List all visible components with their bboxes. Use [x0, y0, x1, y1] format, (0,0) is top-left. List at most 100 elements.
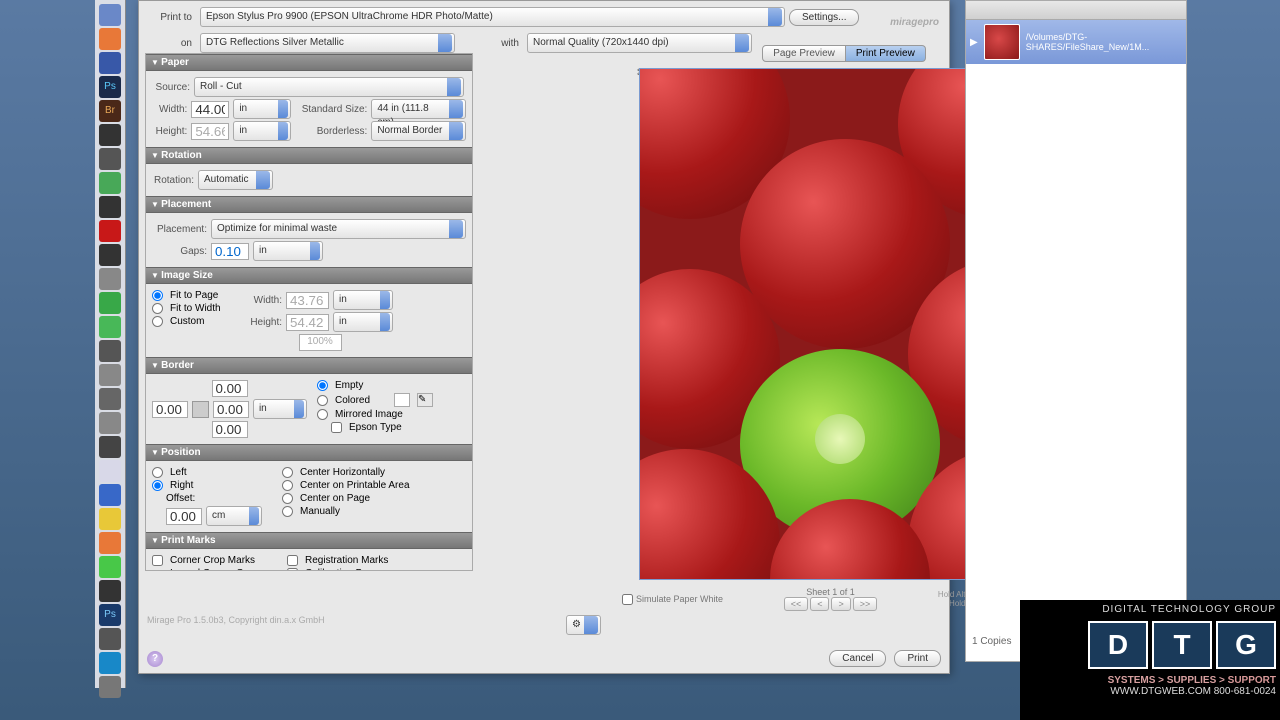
scale-display: 100%: [299, 334, 342, 351]
border-header[interactable]: Border: [146, 357, 472, 374]
corner-crop-checkbox[interactable]: [152, 555, 163, 566]
dock-photoshop2-icon[interactable]: Ps: [99, 604, 121, 626]
dock-app-icon[interactable]: [99, 460, 121, 482]
placement-header[interactable]: Placement: [146, 196, 472, 213]
dock-app-icon[interactable]: [99, 196, 121, 218]
media-dropdown[interactable]: DTG Reflections Silver Metallic: [200, 33, 455, 53]
dock-app-icon[interactable]: [99, 676, 121, 698]
border-right-input[interactable]: [213, 401, 249, 418]
file-queue-panel: ▶ /Volumes/DTG-SHARES/FileShare_New/1M..…: [965, 0, 1187, 662]
dock-finder-icon[interactable]: [99, 4, 121, 26]
print-marks-header[interactable]: Print Marks: [146, 532, 472, 549]
gear-dropdown[interactable]: ⚙: [566, 615, 601, 635]
dock-app-icon[interactable]: [99, 532, 121, 554]
fit-width-radio[interactable]: [152, 303, 163, 314]
rotation-dropdown[interactable]: Automatic: [198, 170, 273, 190]
paper-width-input[interactable]: [191, 101, 229, 118]
border-left-input[interactable]: [152, 401, 188, 418]
epson-type-checkbox[interactable]: [331, 422, 342, 433]
mirage-logo: miragepro: [890, 9, 939, 30]
file-queue-item[interactable]: ▶ /Volumes/DTG-SHARES/FileShare_New/1M..…: [966, 20, 1186, 64]
offset-input[interactable]: [166, 508, 202, 525]
dock-app-icon[interactable]: [99, 292, 121, 314]
dock-safari-icon[interactable]: [99, 52, 121, 74]
version-label: Mirage Pro 1.5.0b3, Copyright din.a.x Gm…: [147, 615, 325, 625]
dock-app-icon[interactable]: [99, 364, 121, 386]
dock-app-icon[interactable]: [99, 124, 121, 146]
border-colored-radio[interactable]: [317, 395, 328, 406]
paper-height-input: [191, 123, 229, 140]
copies-label: 1 Copies: [972, 636, 1011, 647]
settings-button[interactable]: Settings...: [789, 9, 859, 26]
print-button[interactable]: Print: [894, 650, 941, 667]
simulate-white-checkbox[interactable]: [622, 594, 633, 605]
nav-prev-button[interactable]: <: [810, 597, 829, 611]
fit-page-radio[interactable]: [152, 290, 163, 301]
dock-app-icon[interactable]: [99, 316, 121, 338]
dock-photoshop-icon[interactable]: Ps: [99, 76, 121, 98]
dock-app-icon[interactable]: [99, 436, 121, 458]
border-link-icon[interactable]: [192, 401, 209, 418]
center-page-radio[interactable]: [282, 493, 293, 504]
dock-app-icon[interactable]: [99, 268, 121, 290]
dock-app-icon[interactable]: [99, 148, 121, 170]
rotation-header[interactable]: Rotation: [146, 147, 472, 164]
gaps-input[interactable]: [211, 243, 249, 260]
nav-next-button[interactable]: >: [831, 597, 850, 611]
offset-unit-dropdown[interactable]: cm: [206, 506, 262, 526]
border-top-input[interactable]: [212, 380, 248, 397]
border-unit-dropdown[interactable]: in: [253, 399, 307, 419]
width-unit-dropdown[interactable]: in: [233, 99, 291, 119]
page-preview-tab[interactable]: Page Preview: [762, 45, 846, 62]
std-size-dropdown[interactable]: 44 in (111.8 cm): [371, 99, 466, 119]
help-icon[interactable]: ?: [147, 651, 163, 667]
nav-last-button[interactable]: >>: [853, 597, 878, 611]
custom-radio[interactable]: [152, 316, 163, 327]
dock-app-icon[interactable]: [99, 412, 121, 434]
manually-radio[interactable]: [282, 506, 293, 517]
border-empty-radio[interactable]: [317, 380, 328, 391]
borderless-dropdown[interactable]: Normal Border: [371, 121, 466, 141]
color-picker-icon[interactable]: ✎: [417, 393, 433, 407]
print-dialog: Print to Epson Stylus Pro 9900 (EPSON Ul…: [138, 0, 950, 674]
dock-app-icon[interactable]: [99, 556, 121, 578]
pos-left-radio[interactable]: [152, 467, 163, 478]
paper-header[interactable]: Paper: [146, 54, 472, 71]
dock-firefox-icon[interactable]: [99, 28, 121, 50]
print-preview-tab[interactable]: Print Preview: [846, 45, 926, 62]
dock-app-icon[interactable]: [99, 580, 121, 602]
chevron-right-icon: ▶: [970, 37, 978, 48]
reg-marks-checkbox[interactable]: [287, 555, 298, 566]
image-size-header[interactable]: Image Size: [146, 267, 472, 284]
placement-dropdown[interactable]: Optimize for minimal waste: [211, 219, 466, 239]
center-h-radio[interactable]: [282, 467, 293, 478]
dock-app-icon[interactable]: [99, 508, 121, 530]
cal-bars-checkbox[interactable]: [287, 568, 298, 571]
dock-app-icon[interactable]: [99, 388, 121, 410]
dock-app-icon[interactable]: [99, 484, 121, 506]
dock-app-icon[interactable]: [99, 628, 121, 650]
file-path-label: /Volumes/DTG-SHARES/FileShare_New/1M...: [1026, 32, 1182, 52]
border-mirrored-radio[interactable]: [317, 409, 328, 420]
position-header[interactable]: Position: [146, 444, 472, 461]
on-label: on: [147, 38, 192, 49]
img-width-unit[interactable]: in: [333, 290, 393, 310]
img-height-unit[interactable]: in: [333, 312, 393, 332]
gaps-unit-dropdown[interactable]: in: [253, 241, 323, 261]
dock-app-icon[interactable]: [99, 652, 121, 674]
pos-right-radio[interactable]: [152, 480, 163, 491]
height-unit-dropdown[interactable]: in: [233, 121, 291, 141]
dock-filezilla-icon[interactable]: [99, 220, 121, 242]
border-bottom-input[interactable]: [212, 421, 248, 438]
dock-app-icon[interactable]: [99, 172, 121, 194]
dock-bridge-icon[interactable]: Br: [99, 100, 121, 122]
nav-first-button[interactable]: <<: [784, 597, 809, 611]
macos-dock[interactable]: Ps Br Ps: [95, 0, 126, 688]
cancel-button[interactable]: Cancel: [829, 650, 886, 667]
source-dropdown[interactable]: Roll - Cut: [194, 77, 464, 97]
color-swatch[interactable]: [394, 393, 410, 407]
printer-dropdown[interactable]: Epson Stylus Pro 9900 (EPSON UltraChrome…: [200, 7, 785, 27]
center-print-radio[interactable]: [282, 480, 293, 491]
dock-app-icon[interactable]: [99, 340, 121, 362]
dock-app-icon[interactable]: [99, 244, 121, 266]
